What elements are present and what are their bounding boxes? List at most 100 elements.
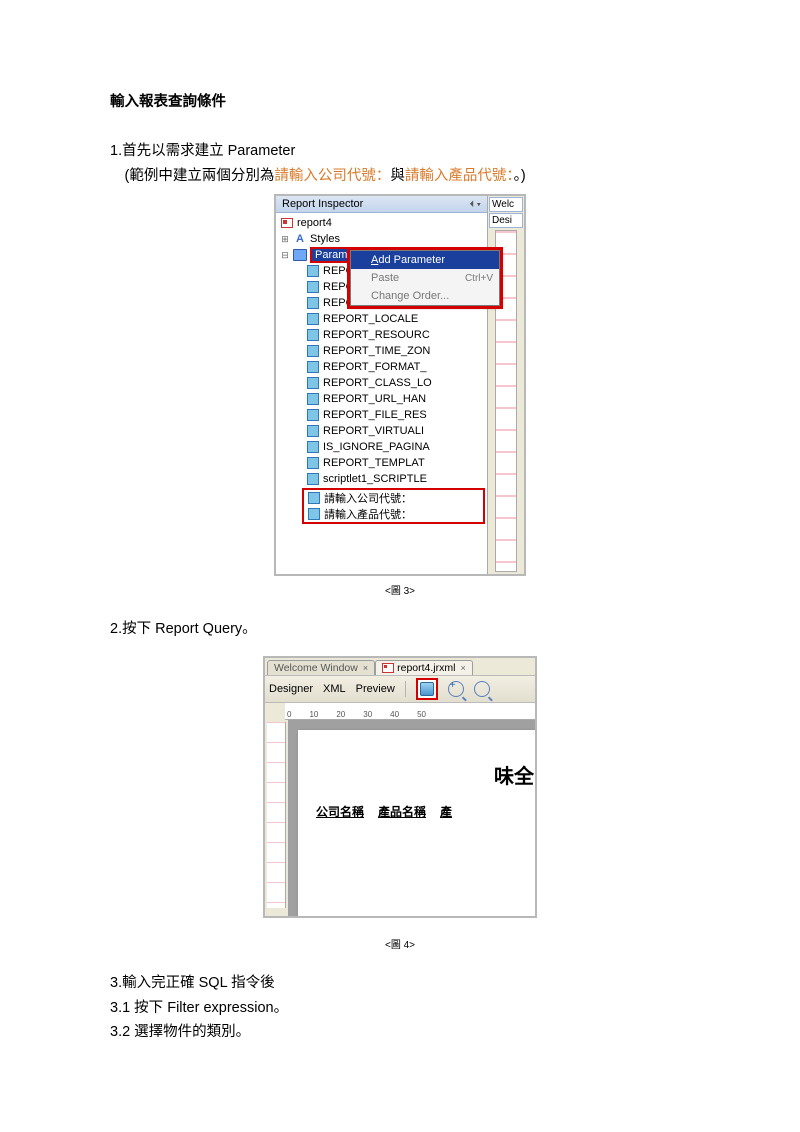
param-item[interactable]: REPORT_VIRTUALI (306, 423, 487, 439)
figure-4-caption: <圖 4> (110, 936, 690, 951)
param-item[interactable]: scriptlet1_SCRIPTLE (306, 471, 487, 487)
separator (405, 681, 406, 697)
folder-icon (293, 249, 307, 261)
tab-preview[interactable]: Preview (356, 683, 395, 695)
tab-welcome-label: Welcome Window (274, 662, 358, 674)
param-item[interactable]: REPORT_URL_HAN (306, 391, 487, 407)
tab-report4[interactable]: report4.jrxml × (375, 660, 473, 675)
ctx-paste-shortcut: Ctrl+V (465, 273, 493, 284)
step-2: 2.按下 Report Query。 (110, 617, 690, 642)
ruler-tick: 20 (336, 710, 345, 719)
figure-3: Report Inspector ⏴ ▾ report4 ⊞ A Styles … (274, 194, 526, 576)
report-icon (281, 218, 293, 228)
styles-icon: A (293, 233, 307, 245)
step-3-1: 3.1 按下 Filter expression。 (110, 996, 690, 1021)
param-item[interactable]: REPORT_LOCALE (306, 311, 487, 327)
param-item[interactable]: REPORT_TEMPLAT (306, 455, 487, 471)
step-3: 3.輸入完正確 SQL 指令後 (110, 971, 690, 996)
horizontal-ruler: 01020304050 (285, 703, 535, 720)
section-heading: 輸入報表查詢條件 (110, 90, 690, 111)
col-product: 產品名稱 (378, 803, 426, 820)
right-tab-designer[interactable]: Desi (489, 213, 523, 228)
parameter-icon (307, 441, 319, 453)
parameter-icon (307, 265, 319, 277)
param-item[interactable]: REPORT_TIME_ZON (306, 343, 487, 359)
param-item[interactable]: REPORT_RESOURC (306, 327, 487, 343)
parameter-icon (307, 377, 319, 389)
report-title-text: 味全 (298, 760, 535, 789)
ctx-add-parameter[interactable]: Add Parameter (351, 251, 499, 269)
figure-4: Welcome Window × report4.jrxml × Designer … (263, 656, 537, 918)
custom-params-highlight: 請輸入公司代號：請輸入產品代號： (302, 488, 485, 524)
ctx-change-label: Change Order... (371, 290, 449, 302)
designer-toolbar: Designer XML Preview (265, 675, 535, 703)
parameter-icon (307, 361, 319, 373)
param-label: REPORT_TIME_ZON (323, 345, 430, 357)
context-menu: Add Parameter Paste Ctrl+V Change Order.… (350, 250, 500, 306)
param-label: 請輸入產品代號： (324, 506, 412, 522)
param-label: REPORT_TEMPLAT (323, 457, 425, 469)
vertical-ruler (267, 722, 286, 908)
tab-welcome-window[interactable]: Welcome Window × (267, 660, 375, 675)
report-page: 味全 公司名稱 產品名稱 產 (298, 730, 535, 916)
parameter-icon (307, 281, 319, 293)
parameter-icon (307, 393, 319, 405)
zoom-out-icon[interactable] (474, 681, 490, 697)
parameter-icon (307, 313, 319, 325)
right-tab-welcome[interactable]: Welc (489, 197, 523, 212)
param-label: REPORT_LOCALE (323, 313, 418, 325)
param-label: REPORT_FILE_RES (323, 409, 427, 421)
ruler-tick: 50 (417, 710, 426, 719)
param-label: REPORT_URL_HAN (323, 393, 426, 405)
tab-report4-label: report4.jrxml (397, 662, 455, 674)
tree-root[interactable]: report4 (278, 215, 487, 231)
param-label: scriptlet1_SCRIPTLE (323, 473, 427, 485)
parameter-icon (308, 492, 320, 504)
panel-title: Report Inspector ⏴ ▾ (276, 196, 487, 213)
report-icon (382, 663, 394, 673)
param-label: REPORT_CLASS_LO (323, 377, 432, 389)
custom-param-item[interactable]: 請輸入公司代號： (304, 490, 483, 506)
step1-2c: 與 (390, 168, 405, 184)
ctx-paste-label: Paste (371, 272, 399, 284)
param-item[interactable]: REPORT_FORMAT_ (306, 359, 487, 375)
param-label: IS_IGNORE_PAGINA (323, 441, 430, 453)
ctx-add-rest: dd Parameter (378, 254, 445, 266)
orange-param2: 請輸入產品代號： (405, 168, 514, 184)
orange-param1: 請輸入公司代號： (274, 168, 390, 184)
parameter-icon (307, 425, 319, 437)
param-label: 請輸入公司代號： (324, 490, 412, 506)
custom-param-item[interactable]: 請輸入產品代號： (304, 506, 483, 522)
ruler-tick: 0 (287, 710, 291, 719)
parameter-icon (307, 297, 319, 309)
step-1-line2: (範例中建立兩個分別為請輸入公司代號：與請輸入產品代號：。) (110, 164, 690, 189)
parameter-icon (307, 345, 319, 357)
tab-designer[interactable]: Designer (269, 683, 313, 695)
ctx-paste[interactable]: Paste Ctrl+V (351, 269, 499, 287)
param-item[interactable]: REPORT_FILE_RES (306, 407, 487, 423)
zoom-in-icon[interactable] (448, 681, 464, 697)
close-icon[interactable]: × (460, 663, 465, 673)
parameter-icon (307, 329, 319, 341)
close-icon[interactable]: × (363, 663, 368, 673)
step-3-2: 3.2 選擇物件的類別。 (110, 1020, 690, 1045)
col-company: 公司名稱 (316, 803, 364, 820)
pin-icon[interactable]: ⏴ ▾ (470, 199, 481, 210)
param-item[interactable]: IS_IGNORE_PAGINA (306, 439, 487, 455)
ruler-tick: 10 (309, 710, 318, 719)
step1-2e: 。) (514, 168, 526, 184)
param-item[interactable]: REPORT_CLASS_LO (306, 375, 487, 391)
param-label: REPORT_VIRTUALI (323, 425, 424, 437)
design-canvas[interactable]: 味全 公司名稱 產品名稱 產 (288, 720, 535, 916)
col-trunc: 產 (440, 803, 452, 820)
param-label: REPORT_FORMAT_ (323, 361, 427, 373)
inspector-title: Report Inspector (282, 198, 363, 210)
report-query-button[interactable] (416, 678, 438, 700)
tab-xml[interactable]: XML (323, 683, 346, 695)
ctx-change-order[interactable]: Change Order... (351, 287, 499, 305)
tree-styles[interactable]: ⊞ A Styles (278, 231, 487, 247)
step-1-line1: 1.首先以需求建立 Parameter (110, 139, 690, 164)
figure-3-caption: <圖 3> (110, 582, 690, 597)
parameter-icon (307, 409, 319, 421)
parameter-icon (308, 508, 320, 520)
